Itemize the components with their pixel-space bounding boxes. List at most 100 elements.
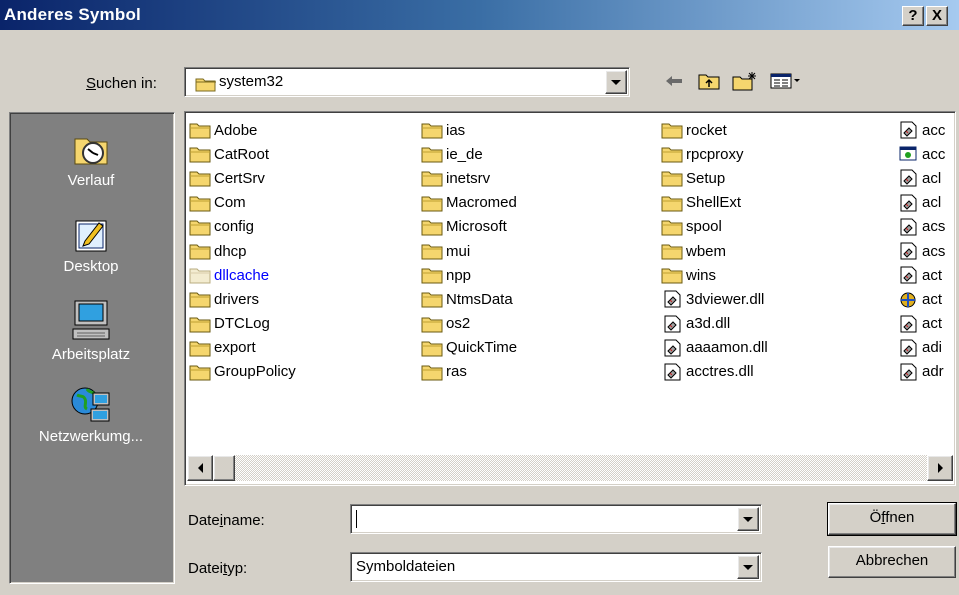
view-menu-button[interactable] xyxy=(768,69,804,93)
list-item[interactable]: rocket xyxy=(661,118,768,142)
arrow-right-icon xyxy=(937,463,943,473)
list-item[interactable]: spool xyxy=(661,215,768,239)
list-item[interactable]: config xyxy=(189,215,296,239)
list-item[interactable]: mui xyxy=(421,239,517,263)
list-item[interactable]: Microsoft xyxy=(421,215,517,239)
list-item[interactable]: inetsrv xyxy=(421,166,517,190)
list-item[interactable]: 3dviewer.dll xyxy=(661,287,768,311)
cancel-button[interactable]: Abbrechen xyxy=(828,546,956,578)
file-name: ie_de xyxy=(446,145,483,163)
list-item[interactable]: wbem xyxy=(661,239,768,263)
list-item[interactable]: drivers xyxy=(189,287,296,311)
file-name: 3dviewer.dll xyxy=(686,290,765,308)
open-button[interactable]: Öffnen xyxy=(827,502,957,536)
list-item[interactable]: QuickTime xyxy=(421,336,517,360)
list-item[interactable]: dhcp xyxy=(189,239,296,263)
file-name: DTCLog xyxy=(214,315,270,333)
file-name: act xyxy=(922,290,943,308)
dll-file-icon xyxy=(900,194,917,212)
help-button[interactable]: ? xyxy=(902,6,924,26)
folder-icon xyxy=(661,268,683,284)
folder-icon xyxy=(421,123,443,139)
list-item[interactable]: aaaamon.dll xyxy=(661,336,768,360)
list-item[interactable]: ShellExt xyxy=(661,191,768,215)
file-list[interactable]: Adobe CatRoot CertSrv Com config dhcp dllcache… xyxy=(184,111,956,486)
title-bar[interactable]: Anderes Symbol ? X xyxy=(0,0,959,30)
list-item[interactable]: DTCLog xyxy=(189,312,296,336)
place-history[interactable]: Verlauf xyxy=(10,129,172,189)
file-name: rocket xyxy=(686,121,727,139)
list-item[interactable]: wins xyxy=(661,263,768,287)
list-item[interactable]: act xyxy=(897,312,945,336)
list-item[interactable]: os2 xyxy=(421,312,517,336)
folder-icon xyxy=(189,123,211,139)
list-item[interactable]: act xyxy=(897,287,945,311)
new-folder-button[interactable] xyxy=(730,69,760,93)
file-name: Microsoft xyxy=(446,218,507,236)
place-network[interactable]: Netzwerkumg... xyxy=(10,385,172,445)
list-item[interactable]: npp xyxy=(421,263,517,287)
list-item[interactable]: adr xyxy=(897,360,945,384)
file-name: mui xyxy=(446,242,471,260)
place-desktop[interactable]: Desktop xyxy=(10,215,172,275)
list-item[interactable]: acs xyxy=(897,239,945,263)
list-item[interactable]: ias xyxy=(421,118,517,142)
scroll-thumb[interactable] xyxy=(213,455,235,481)
scroll-left-button[interactable] xyxy=(187,455,213,481)
folder-icon xyxy=(661,171,683,187)
file-name: inetsrv xyxy=(446,169,491,187)
desktop-icon xyxy=(75,220,107,252)
file-name: CatRoot xyxy=(214,145,270,163)
horizontal-scrollbar[interactable] xyxy=(187,455,953,481)
list-item[interactable]: Setup xyxy=(661,166,768,190)
list-item[interactable]: ie_de xyxy=(421,142,517,166)
filename-combo[interactable] xyxy=(350,504,762,534)
list-item[interactable]: dllcache xyxy=(189,263,296,287)
up-folder-button[interactable] xyxy=(695,69,723,93)
back-button[interactable] xyxy=(660,69,688,93)
list-item[interactable]: ras xyxy=(421,360,517,384)
folder-icon xyxy=(661,196,683,212)
lookin-value: system32 xyxy=(219,73,284,90)
dll-file-icon xyxy=(900,363,917,381)
list-item[interactable]: Com xyxy=(189,191,296,215)
list-item[interactable]: Adobe xyxy=(189,118,296,142)
lookin-label: Suchen in: xyxy=(86,75,157,92)
file-name: ias xyxy=(446,121,466,139)
folder-icon xyxy=(421,268,443,284)
list-item[interactable]: acctres.dll xyxy=(661,360,768,384)
network-icon xyxy=(71,387,110,422)
list-item[interactable]: export xyxy=(189,336,296,360)
list-item[interactable]: GroupPolicy xyxy=(189,360,296,384)
file-name: QuickTime xyxy=(446,339,518,357)
list-item[interactable]: CertSrv xyxy=(189,166,296,190)
place-my-computer[interactable]: Arbeitsplatz xyxy=(10,299,172,363)
list-item[interactable]: acc xyxy=(897,142,945,166)
filetype-combo[interactable]: Symboldateien xyxy=(350,552,762,582)
list-item[interactable]: Macromed xyxy=(421,191,517,215)
list-item[interactable]: acs xyxy=(897,215,945,239)
dll-file-icon xyxy=(664,315,681,333)
close-button[interactable]: X xyxy=(926,6,948,26)
scroll-right-button[interactable] xyxy=(927,455,953,481)
open-dialog: Anderes Symbol ? X Suchen in: system32 V… xyxy=(0,0,959,595)
list-item[interactable]: act xyxy=(897,263,945,287)
lookin-combo[interactable]: system32 xyxy=(184,67,630,97)
lookin-dropdown-button[interactable] xyxy=(605,70,627,94)
list-item[interactable]: rpcproxy xyxy=(661,142,768,166)
file-name: dhcp xyxy=(214,242,247,260)
file-name: acs xyxy=(922,242,946,260)
list-item[interactable]: CatRoot xyxy=(189,142,296,166)
filename-dropdown-button[interactable] xyxy=(737,507,759,531)
list-item[interactable]: acl xyxy=(897,191,945,215)
dll-file-icon xyxy=(664,339,681,357)
list-item[interactable]: a3d.dll xyxy=(661,312,768,336)
folder-icon xyxy=(189,220,211,236)
file-name: config xyxy=(214,218,255,236)
list-item[interactable]: adi xyxy=(897,336,945,360)
filetype-dropdown-button[interactable] xyxy=(737,555,759,579)
file-name: ShellExt xyxy=(686,194,742,212)
list-item[interactable]: acl xyxy=(897,166,945,190)
list-item[interactable]: acc xyxy=(897,118,945,142)
list-item[interactable]: NtmsData xyxy=(421,287,517,311)
